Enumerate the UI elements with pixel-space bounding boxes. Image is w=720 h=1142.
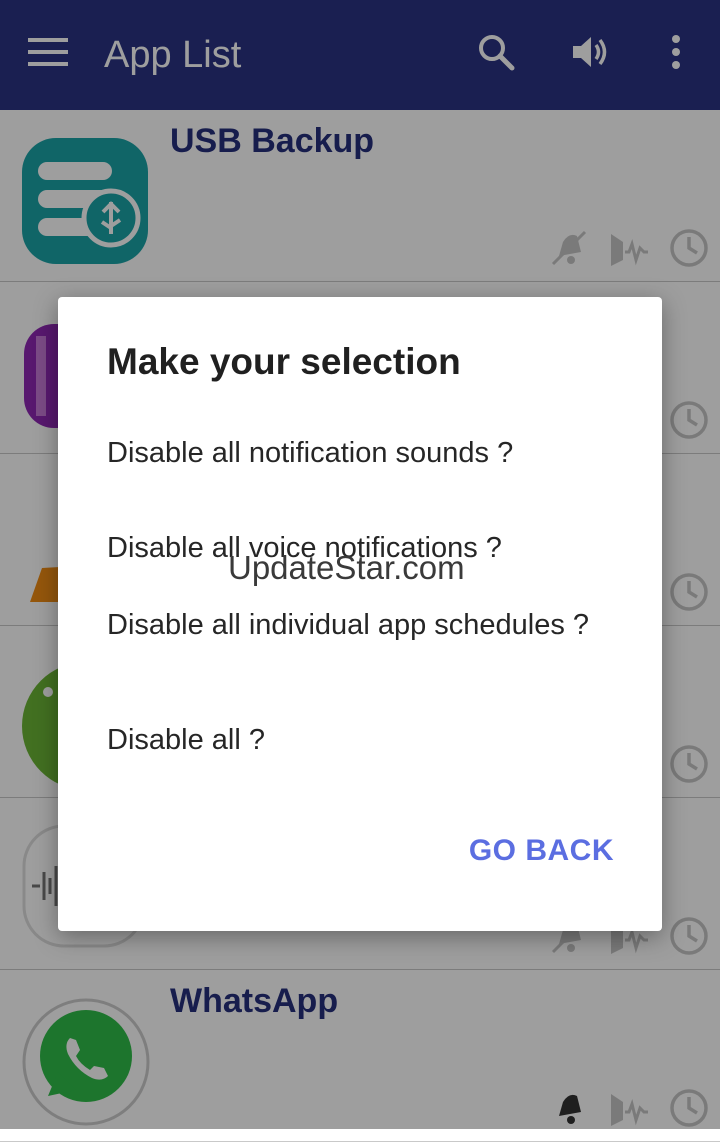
watermark: UpdateStar.com — [228, 549, 465, 586]
go-back-button[interactable]: GO BACK — [469, 834, 614, 868]
option-disable-app-schedules[interactable]: Disable all individual app schedules ? — [107, 606, 607, 644]
option-disable-all[interactable]: Disable all ? — [107, 721, 607, 759]
option-disable-notification-sounds[interactable]: Disable all notification sounds ? — [107, 434, 607, 472]
dialog-title: Make your selection — [107, 341, 461, 382]
selection-dialog: Make your selection Disable all notifica… — [58, 297, 662, 931]
